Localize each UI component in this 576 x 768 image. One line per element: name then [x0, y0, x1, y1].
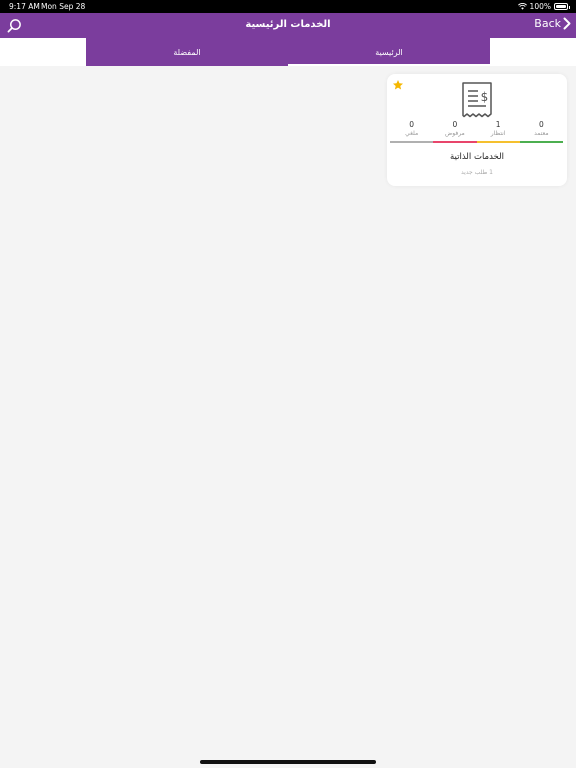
stat-approved-bar [519, 141, 563, 143]
status-right: 100% [517, 2, 570, 11]
chevron-right-icon [563, 17, 571, 30]
stat-pending: 1 انتظار [476, 120, 520, 143]
star-icon[interactable] [392, 79, 404, 91]
stat-rejected-label: مرفوض [445, 130, 465, 137]
stat-rejected-bar [433, 141, 477, 143]
tab-bar: المفضلة الرئيسية [86, 38, 490, 66]
battery-icon [554, 3, 570, 10]
stat-rejected: 0 مرفوض [433, 120, 477, 143]
service-card[interactable]: $ 0 معتمد 1 انتظار 0 مرفوض 0 ملغي الخدما… [387, 74, 567, 186]
back-button[interactable]: Back [534, 17, 571, 30]
status-date: Mon Sep 28 [41, 2, 86, 11]
home-indicator[interactable] [200, 760, 376, 764]
stat-cancelled: 0 ملغي [390, 120, 434, 143]
stat-pending-count: 1 [495, 120, 501, 129]
tab-home-label: الرئيسية [375, 47, 403, 57]
battery-percent: 100% [529, 2, 551, 11]
stat-cancelled-bar [390, 141, 434, 143]
stat-approved-count: 0 [538, 120, 544, 129]
service-subtitle: 1 طلب جديد [461, 169, 493, 176]
back-label: Back [534, 17, 561, 30]
tab-favorites[interactable]: المفضلة [86, 38, 288, 66]
stat-approved-label: معتمد [534, 130, 549, 137]
stat-pending-bar [476, 141, 520, 143]
stat-rejected-count: 0 [452, 120, 458, 129]
stat-approved: 0 معتمد [519, 120, 563, 143]
stat-pending-label: انتظار [490, 130, 506, 137]
receipt-dollar-icon: $ [462, 82, 492, 118]
wifi-icon [517, 3, 527, 10]
tab-home[interactable]: الرئيسية [288, 38, 490, 66]
status-time: 9:17 AM [9, 2, 40, 11]
page-title: الخدمات الرئيسية [245, 19, 331, 30]
nav-bar: الخدمات الرئيسية Back [0, 13, 576, 38]
service-name: الخدمات الذاتية [449, 152, 504, 162]
tab-strip: المفضلة الرئيسية [0, 38, 576, 66]
svg-text:$: $ [481, 90, 489, 104]
stat-cancelled-count: 0 [409, 120, 415, 129]
tab-favorites-label: المفضلة [173, 47, 201, 57]
status-stats: 0 معتمد 1 انتظار 0 مرفوض 0 ملغي [390, 120, 563, 143]
status-bar: 9:17 AM Mon Sep 28 100% [0, 0, 576, 13]
stat-cancelled-label: ملغي [405, 130, 419, 137]
